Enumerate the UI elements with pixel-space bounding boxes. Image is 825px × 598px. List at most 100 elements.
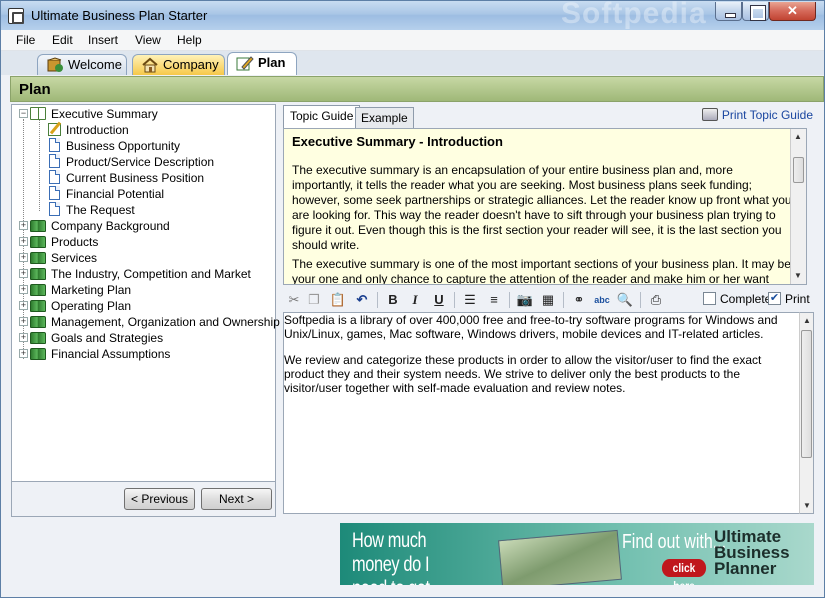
next-button[interactable]: Next >: [201, 488, 272, 510]
tree-item-services[interactable]: Services: [51, 251, 97, 265]
book-icon: [30, 236, 46, 248]
banner-subline: Find out with...: [622, 531, 727, 553]
previous-button[interactable]: < Previous: [124, 488, 195, 510]
tree-item-marketing-plan[interactable]: Marketing Plan: [51, 283, 131, 297]
window-title: Ultimate Business Plan Starter: [31, 8, 208, 23]
tree-item-company-background[interactable]: Company Background: [51, 219, 170, 233]
complete-label: Complete: [720, 292, 772, 306]
bold-icon[interactable]: B: [384, 291, 402, 309]
minimize-button[interactable]: [715, 2, 742, 21]
cut-icon[interactable]: ✂: [285, 291, 303, 309]
menu-bar: File Edit Insert View Help: [1, 30, 824, 51]
toolbar-separator: [377, 292, 378, 308]
title-bar[interactable]: Ultimate Business Plan Starter Softpedia: [1, 0, 824, 30]
find-icon[interactable]: ⚭: [570, 291, 588, 309]
zoom-icon[interactable]: 🔍: [616, 291, 634, 309]
book-icon: [30, 332, 46, 344]
document-icon: [49, 138, 60, 152]
tab-example[interactable]: Example: [355, 107, 414, 128]
tree-item-financial-assumptions[interactable]: Financial Assumptions: [51, 347, 170, 361]
tab-company-label: Company: [163, 57, 219, 72]
copy-icon[interactable]: ❐: [305, 291, 323, 309]
tree-item-product-service-description[interactable]: Product/Service Description: [66, 155, 214, 169]
expand-toggle[interactable]: +: [19, 349, 28, 358]
tree-item-industry-competition-market[interactable]: The Industry, Competition and Market: [51, 267, 251, 281]
print-icon[interactable]: ⎙: [647, 291, 665, 309]
expand-toggle[interactable]: +: [19, 237, 28, 246]
italic-icon[interactable]: I: [406, 291, 424, 309]
tree-item-executive-summary[interactable]: Executive Summary: [51, 107, 158, 121]
tree-item-introduction[interactable]: Introduction: [66, 123, 129, 137]
scroll-up-arrow-icon[interactable]: ▲: [803, 316, 811, 325]
expand-toggle[interactable]: +: [19, 253, 28, 262]
undo-icon[interactable]: ↶: [353, 291, 371, 309]
scroll-up-arrow-icon[interactable]: ▲: [794, 132, 802, 141]
outline-tree[interactable]: − Executive Summary Introduction Busines…: [11, 104, 280, 482]
toolbar-separator: [640, 292, 641, 308]
underline-icon[interactable]: U: [430, 291, 448, 309]
paste-icon[interactable]: 📋: [329, 291, 347, 309]
scroll-thumb[interactable]: [793, 157, 804, 183]
tree-item-the-request[interactable]: The Request: [66, 203, 135, 217]
click-here-button[interactable]: click here: [661, 559, 707, 585]
banner-headline: How much money do I need to get started?: [352, 529, 469, 585]
guide-title: Executive Summary - Introduction: [292, 134, 503, 149]
tree-item-goals-strategies[interactable]: Goals and Strategies: [51, 331, 163, 345]
camera-icon[interactable]: 📷: [516, 291, 534, 309]
book-icon: [30, 316, 46, 328]
tree-item-products[interactable]: Products: [51, 235, 98, 249]
scroll-down-arrow-icon[interactable]: ▼: [803, 501, 811, 510]
print-topic-guide-label: Print Topic Guide: [721, 108, 813, 122]
menu-edit[interactable]: Edit: [52, 33, 73, 47]
guide-paragraph: The executive summary is an encapsulatio…: [292, 163, 792, 252]
tab-company[interactable]: Company: [132, 54, 225, 75]
toolbar-separator: [454, 292, 455, 308]
toolbar-separator: [509, 292, 510, 308]
image-icon[interactable]: ▦: [539, 291, 557, 309]
menu-view[interactable]: View: [135, 33, 161, 47]
maximize-button[interactable]: [742, 2, 769, 21]
banner-headline-line: How much money do I: [352, 529, 430, 576]
complete-checkbox[interactable]: [703, 292, 716, 305]
bullet-list-icon[interactable]: ≡: [485, 291, 503, 309]
banner-brand: Ultimate Business Planner: [714, 528, 790, 577]
menu-insert[interactable]: Insert: [88, 33, 118, 47]
tree-item-current-business-position[interactable]: Current Business Position: [66, 171, 204, 185]
menu-help[interactable]: Help: [177, 33, 202, 47]
book-icon: [30, 300, 46, 312]
close-button[interactable]: [769, 2, 816, 21]
pencil-icon: [236, 56, 254, 71]
expand-toggle[interactable]: +: [19, 317, 28, 326]
tree-item-business-opportunity[interactable]: Business Opportunity: [66, 139, 180, 153]
app-icon: [8, 8, 24, 24]
guide-scrollbar[interactable]: ▲ ▼: [790, 129, 806, 284]
scroll-thumb[interactable]: [801, 330, 812, 458]
tab-topic-guide[interactable]: Topic Guide: [283, 105, 361, 128]
tab-welcome[interactable]: Welcome: [37, 54, 127, 75]
numbered-list-icon[interactable]: ☰: [461, 291, 479, 309]
scroll-down-arrow-icon[interactable]: ▼: [794, 271, 802, 280]
expand-toggle[interactable]: +: [19, 221, 28, 230]
expand-toggle[interactable]: +: [19, 285, 28, 294]
book-icon: [30, 220, 46, 232]
printer-icon: [701, 108, 718, 121]
expand-toggle[interactable]: +: [19, 333, 28, 342]
ad-banner[interactable]: How much money do I need to get started?…: [340, 523, 814, 585]
print-checkbox[interactable]: ✔: [768, 292, 781, 305]
plan-text-editor[interactable]: Softpedia is a library of over 400,000 f…: [283, 312, 799, 514]
collapse-toggle[interactable]: −: [19, 109, 28, 118]
expand-toggle[interactable]: +: [19, 301, 28, 310]
tree-item-management-organization-ownership[interactable]: Management, Organization and Ownership: [51, 315, 280, 329]
editor-toolbar: ✂ ❐ 📋 ↶ B I U ☰ ≡ 📷 ▦ ⚭ abc 🔍 ⎙ Complete…: [283, 289, 823, 311]
app-window: Ultimate Business Plan Starter Softpedia…: [0, 0, 825, 598]
expand-toggle[interactable]: +: [19, 269, 28, 278]
editor-scrollbar[interactable]: ▲ ▼: [799, 312, 814, 514]
tree-guide-line: [39, 119, 40, 211]
print-topic-guide-link[interactable]: Print Topic Guide: [701, 108, 813, 122]
tree-item-operating-plan[interactable]: Operating Plan: [51, 299, 131, 313]
tab-plan[interactable]: Plan: [227, 52, 297, 75]
tab-welcome-label: Welcome: [68, 57, 122, 72]
spellcheck-icon[interactable]: abc: [593, 291, 611, 309]
menu-file[interactable]: File: [16, 33, 35, 47]
tree-item-financial-potential[interactable]: Financial Potential: [66, 187, 164, 201]
